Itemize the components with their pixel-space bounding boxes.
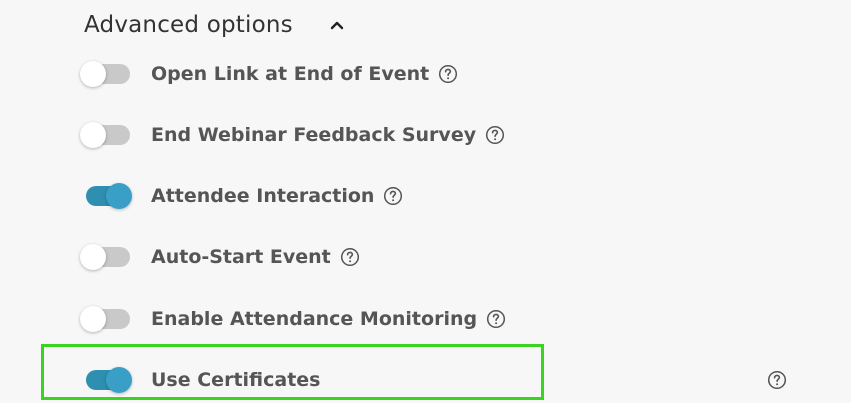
option-label: Enable Attendance Monitoring	[151, 308, 478, 330]
question-circle-icon[interactable]	[485, 125, 505, 145]
question-circle-icon[interactable]	[438, 64, 458, 84]
question-circle-icon[interactable]	[486, 309, 506, 329]
advanced-options-panel: Advanced options Open Link at End of Eve…	[0, 0, 851, 403]
advanced-options-header[interactable]: Advanced options	[84, 8, 347, 42]
option-end-webinar-feedback-survey: End Webinar Feedback Survey	[80, 118, 505, 152]
question-circle-icon[interactable]	[767, 370, 787, 390]
section-title: Advanced options	[84, 12, 293, 38]
option-enable-attendance-monitoring: Enable Attendance Monitoring	[80, 302, 506, 336]
toggle-knob	[80, 244, 106, 270]
option-label: Use Certificates	[151, 369, 321, 391]
option-label: End Webinar Feedback Survey	[151, 124, 477, 146]
toggle-switch[interactable]	[80, 122, 130, 148]
toggle-knob	[80, 61, 106, 87]
chevron-up-icon[interactable]	[327, 15, 347, 35]
toggle-knob	[80, 122, 106, 148]
option-label: Attendee Interaction	[151, 185, 375, 207]
toggle-switch[interactable]	[80, 367, 132, 393]
question-circle-icon[interactable]	[340, 247, 360, 267]
toggle-switch[interactable]	[80, 306, 130, 332]
toggle-switch[interactable]	[80, 183, 132, 209]
toggle-switch[interactable]	[80, 244, 130, 270]
option-use-certificates: Use Certificates	[80, 363, 320, 397]
toggle-knob	[80, 306, 106, 332]
question-circle-icon[interactable]	[383, 186, 403, 206]
option-attendee-interaction: Attendee Interaction	[80, 179, 403, 213]
toggle-knob	[106, 367, 132, 393]
option-label: Auto-Start Event	[151, 246, 331, 268]
option-label: Open Link at End of Event	[151, 63, 430, 85]
toggle-knob	[106, 183, 132, 209]
option-open-link-end-of-event: Open Link at End of Event	[80, 57, 458, 91]
option-auto-start-event: Auto-Start Event	[80, 240, 360, 274]
toggle-switch[interactable]	[80, 61, 130, 87]
